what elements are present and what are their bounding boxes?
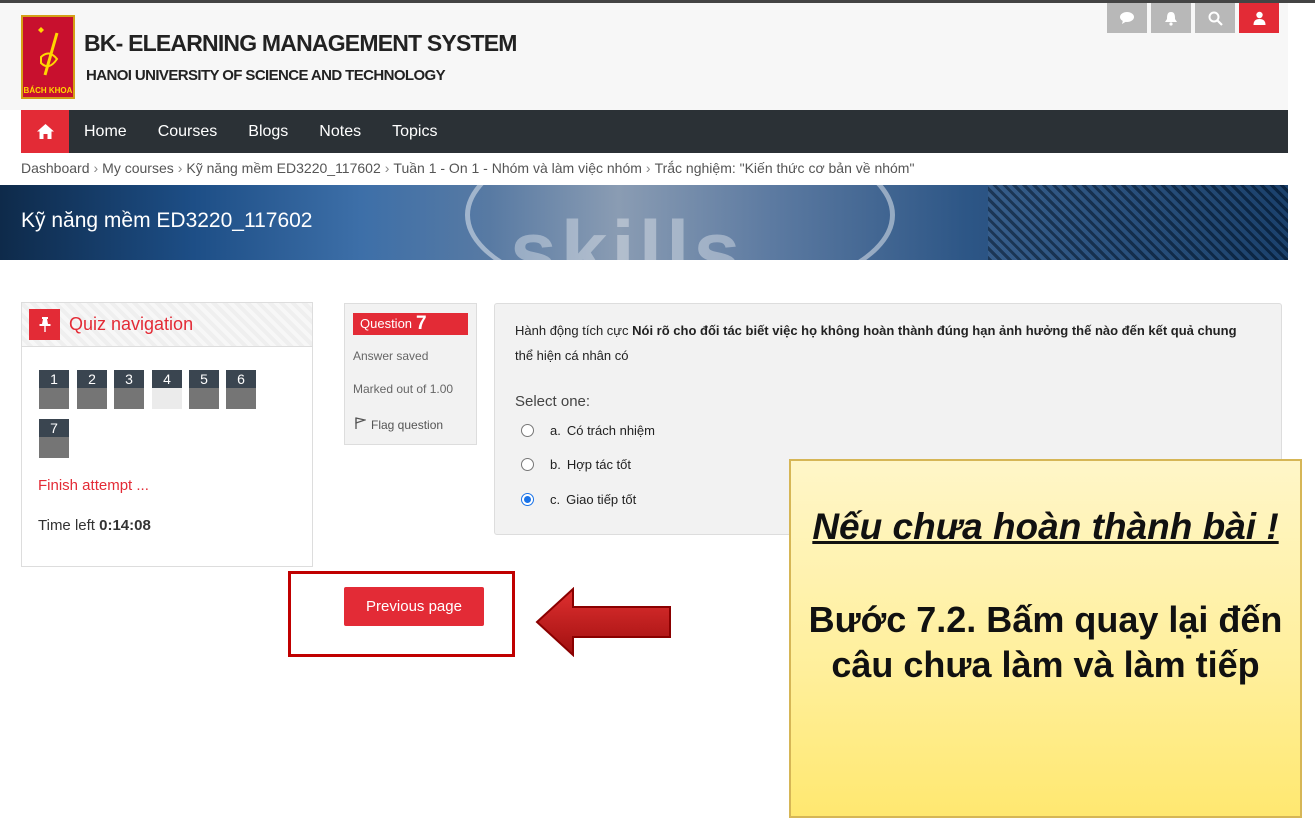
breadcrumb-my-courses[interactable]: My courses — [102, 160, 174, 176]
time-left-value: 0:14:08 — [99, 517, 151, 534]
question-label: Question — [360, 316, 413, 331]
question-number: 1 — [39, 370, 69, 388]
university-logo[interactable]: BÁCH KHOA — [21, 15, 75, 99]
breadcrumb-quiz[interactable]: Trắc nghiệm: "Kiến thức cơ bản về nhóm" — [655, 160, 915, 176]
logo-emblem-icon — [38, 27, 59, 76]
question-number: 6 — [226, 370, 256, 388]
bell-icon[interactable] — [1151, 3, 1191, 33]
question-button-7[interactable]: 7 — [39, 419, 69, 458]
question-number: 3 — [114, 370, 144, 388]
question-number-badge: Question 7 — [353, 313, 468, 335]
nav-blogs[interactable]: Blogs — [248, 123, 288, 141]
time-left-label: Time left — [38, 517, 95, 534]
question-state — [152, 388, 182, 409]
question-text-bold: Nói rõ cho đối tác biết việc họ không ho… — [632, 323, 1237, 338]
breadcrumb-course[interactable]: Kỹ năng mềm ED3220_117602 — [186, 160, 380, 176]
breadcrumb-separator: › — [645, 160, 651, 176]
breadcrumb-separator: › — [93, 160, 99, 176]
select-one-label: Select one: — [515, 393, 591, 410]
option-text: Hợp tác tốt — [566, 457, 632, 472]
question-button-1[interactable]: 1 — [39, 370, 69, 409]
option-text: Có trách nhiệm — [566, 423, 655, 438]
answer-option-a[interactable]: a. Có trách nhiệm — [521, 423, 655, 438]
main-navbar: Home Courses Blogs Notes Topics — [21, 110, 1288, 153]
breadcrumb-separator: › — [177, 160, 183, 176]
course-banner: skills Kỹ năng mềm ED3220_117602 — [0, 185, 1288, 260]
question-text-prefix: Hành động tích cực — [515, 323, 629, 338]
option-letter: b. — [550, 457, 561, 472]
banner-art-text: skills — [510, 204, 745, 260]
search-icon[interactable] — [1195, 3, 1235, 33]
site-title: BK- ELEARNING MANAGEMENT SYSTEM — [84, 30, 517, 56]
option-text: Giao tiếp tốt — [566, 492, 637, 507]
question-number-value: 7 — [416, 313, 427, 334]
question-state — [39, 388, 69, 409]
question-number: 7 — [39, 419, 69, 437]
option-letter: c. — [550, 492, 561, 507]
user-icon[interactable] — [1239, 3, 1279, 33]
nav-courses[interactable]: Courses — [158, 123, 218, 141]
question-text: Hành động tích cực Nói rõ cho đối tác bi… — [515, 318, 1275, 368]
question-marks: Marked out of 1.00 — [353, 382, 454, 396]
chat-icon[interactable] — [1107, 3, 1147, 33]
callout-heading: Nếu chưa hoàn thành bài ! — [812, 506, 1279, 547]
logo-text: BÁCH KHOA — [23, 86, 73, 95]
course-title: Kỹ năng mềm ED3220_117602 — [21, 209, 313, 232]
callout-instruction: Bước 7.2. Bấm quay lại đến câu chưa làm … — [808, 599, 1283, 685]
nav-topics[interactable]: Topics — [392, 123, 437, 141]
question-button-6[interactable]: 6 — [226, 370, 256, 409]
radio-button[interactable] — [521, 424, 534, 437]
nav-home[interactable]: Home — [84, 123, 127, 141]
answer-option-b[interactable]: b. Hợp tác tốt — [521, 457, 631, 472]
instruction-callout: Nếu chưa hoàn thành bài ! Bước 7.2. Bấm … — [789, 459, 1302, 818]
quiz-navigation-header: Quiz navigation — [22, 303, 312, 347]
question-text-suffix: thể hiện cá nhân có — [515, 348, 629, 363]
quiz-navigation-block: Quiz navigation 1 2 3 4 5 6 7 Finish att… — [21, 302, 313, 567]
site-header: BÁCH KHOA BK- ELEARNING MANAGEMENT SYSTE… — [0, 3, 1288, 110]
question-state — [39, 437, 69, 458]
breadcrumb-section[interactable]: Tuần 1 - On 1 - Nhóm và làm việc nhóm — [393, 160, 641, 176]
breadcrumb-separator: › — [384, 160, 390, 176]
question-number: 4 — [152, 370, 182, 388]
flag-question-label: Flag question — [371, 418, 444, 432]
question-number: 5 — [189, 370, 219, 388]
left-arrow-icon — [535, 587, 671, 657]
flag-icon — [355, 417, 368, 432]
question-status: Answer saved — [353, 349, 429, 363]
finish-attempt-link[interactable]: Finish attempt ... — [38, 477, 149, 494]
quiz-navigation-title: Quiz navigation — [69, 314, 194, 334]
time-left: Time left 0:14:08 — [38, 517, 151, 534]
question-state — [189, 388, 219, 409]
breadcrumb: Dashboard › My courses › Kỹ năng mềm ED3220_… — [21, 160, 914, 176]
question-button-3[interactable]: 3 — [114, 370, 144, 409]
pin-icon[interactable] — [29, 309, 60, 340]
flag-question-link[interactable]: Flag question — [355, 417, 443, 432]
question-state — [114, 388, 144, 409]
nav-notes[interactable]: Notes — [319, 123, 361, 141]
breadcrumb-dashboard[interactable]: Dashboard — [21, 160, 90, 176]
question-button-2[interactable]: 2 — [77, 370, 107, 409]
home-icon[interactable] — [21, 110, 69, 153]
header-actions — [1107, 3, 1279, 33]
radio-button-selected[interactable] — [521, 493, 534, 506]
question-info-box: Question 7 Answer saved Marked out of 1.0… — [344, 303, 477, 445]
banner-stripes-decoration — [988, 185, 1288, 260]
radio-button[interactable] — [521, 458, 534, 471]
question-state — [226, 388, 256, 409]
option-letter: a. — [550, 423, 561, 438]
previous-page-button[interactable]: Previous page — [344, 587, 484, 626]
question-button-5[interactable]: 5 — [189, 370, 219, 409]
answer-option-c[interactable]: c. Giao tiếp tốt — [521, 492, 636, 507]
site-subtitle: HANOI UNIVERSITY OF SCIENCE AND TECHNOLO… — [86, 67, 446, 84]
question-number: 2 — [77, 370, 107, 388]
question-button-4[interactable]: 4 — [152, 370, 182, 409]
question-state — [77, 388, 107, 409]
